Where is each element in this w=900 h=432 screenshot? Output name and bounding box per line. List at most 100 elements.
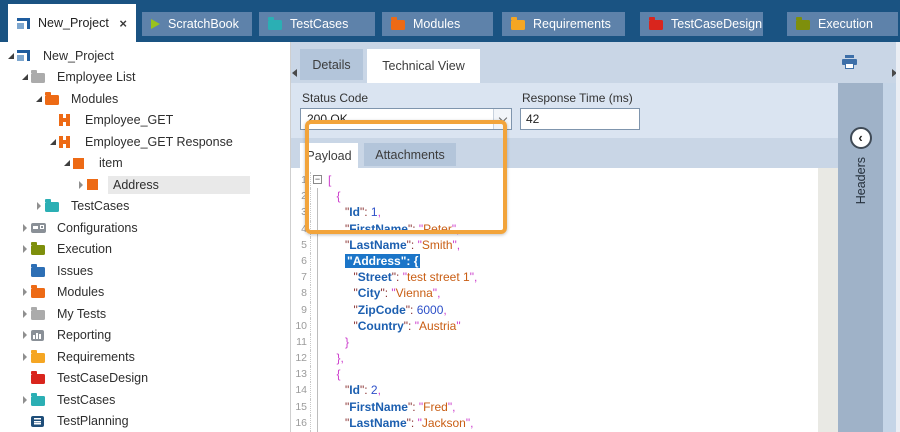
- window-tab-testcases[interactable]: TestCases: [259, 12, 375, 36]
- planning-icon: [31, 416, 44, 427]
- tree-item-my-tests[interactable]: My Tests: [0, 303, 290, 325]
- tree-collapsed-arrow-icon[interactable]: [74, 181, 87, 189]
- tree-item-testcasedesign[interactable]: TestCaseDesign: [0, 368, 290, 390]
- code-line-6[interactable]: 6"Address": {: [291, 253, 818, 269]
- tree-item-label: Modules: [66, 90, 123, 108]
- fold-guide-line: [317, 269, 318, 285]
- code-line-10[interactable]: 10"Country": "Austria": [291, 318, 818, 334]
- code-line-2[interactable]: 2{: [291, 188, 818, 204]
- code-line-15[interactable]: 15"FirstName": "Fred",: [291, 399, 818, 415]
- window-tab-modules[interactable]: Modules: [382, 12, 493, 36]
- tree-item-label: Employee List: [52, 68, 141, 86]
- code-line-3[interactable]: 3"Id": 1,: [291, 204, 818, 220]
- tree-expanded-arrow-icon[interactable]: [32, 96, 45, 102]
- fold-column: [311, 350, 324, 366]
- tree-item-label: TestCases: [66, 197, 134, 215]
- tree-item-execution[interactable]: Execution: [0, 239, 290, 261]
- tree-collapsed-arrow-icon[interactable]: [18, 353, 31, 361]
- tree-item-employee-get-response[interactable]: Employee_GET Response: [0, 131, 290, 153]
- tree-icon-wrap: [31, 243, 47, 255]
- folder-teal-icon: [268, 20, 282, 30]
- tree-item-requirements[interactable]: Requirements: [0, 346, 290, 368]
- code-line-8[interactable]: 8"City": "Vienna",: [291, 285, 818, 301]
- folder-olive-icon: [31, 245, 45, 255]
- code-vertical-scrollbar[interactable]: [818, 168, 838, 432]
- status-code-dropdown[interactable]: 200 OK: [300, 108, 512, 130]
- tree-item-label: Issues: [52, 262, 98, 280]
- folder-red-icon: [31, 374, 45, 384]
- tree-collapsed-arrow-icon[interactable]: [18, 310, 31, 318]
- close-icon[interactable]: ×: [111, 16, 127, 31]
- tabstrip-scroll-left-icon[interactable]: [292, 69, 297, 77]
- window-tab-testcasedesign[interactable]: TestCaseDesign: [640, 12, 763, 36]
- window-tab-new-project[interactable]: New_Project×: [8, 4, 136, 42]
- tree-collapsed-arrow-icon[interactable]: [18, 224, 31, 232]
- headers-collapsed-panel[interactable]: ‹ Headers: [838, 83, 883, 432]
- tree-item-testcases[interactable]: TestCases: [0, 389, 290, 411]
- code-line-4[interactable]: 4"FirstName": "Peter",: [291, 221, 818, 237]
- payload-code-viewer[interactable]: 1−[2{3"Id": 1,4"FirstName": "Peter",5"La…: [291, 168, 818, 432]
- tree-collapsed-arrow-icon[interactable]: [18, 288, 31, 296]
- tree-item-configurations[interactable]: Configurations: [0, 217, 290, 239]
- folder-teal-icon: [31, 396, 45, 406]
- response-time-input[interactable]: [520, 108, 640, 130]
- window-tab-execution[interactable]: Execution: [787, 12, 898, 36]
- tree-icon-wrap: [31, 394, 47, 406]
- module-icon: [59, 114, 71, 126]
- code-line-1[interactable]: 1−[: [291, 172, 818, 188]
- window-tab-bar: New_Project×ScratchBook TestCases Modules R…: [0, 0, 900, 42]
- fold-guide-line: [317, 334, 318, 350]
- tree-item-address[interactable]: Address: [0, 174, 290, 196]
- tree-expanded-arrow-icon[interactable]: [18, 74, 31, 80]
- print-icon[interactable]: [842, 55, 857, 74]
- window-tab-scratchbook[interactable]: ScratchBook: [142, 12, 252, 36]
- code-line-9[interactable]: 9"ZipCode": 6000,: [291, 302, 818, 318]
- window-tab-requirements[interactable]: Requirements: [502, 12, 625, 36]
- code-line-7[interactable]: 7"Street": "test street 1",: [291, 269, 818, 285]
- tree-item-label: TestCaseDesign: [52, 369, 153, 387]
- tree-item-modules[interactable]: Modules: [0, 88, 290, 110]
- fold-guide-line: [317, 382, 318, 398]
- tree-collapsed-arrow-icon[interactable]: [18, 396, 31, 404]
- response-form: Status Code 200 OK Response Time (ms): [291, 83, 838, 138]
- tree-expanded-arrow-icon[interactable]: [4, 53, 17, 59]
- tree-item-testplanning[interactable]: TestPlanning: [0, 411, 290, 432]
- tree-item-new-project[interactable]: New_Project: [0, 45, 290, 67]
- tree-item-label: Reporting: [52, 326, 116, 344]
- code-line-12[interactable]: 12},: [291, 350, 818, 366]
- tree-item-employee-list[interactable]: Employee List: [0, 67, 290, 89]
- code-line-11[interactable]: 11}: [291, 334, 818, 350]
- tab-attachments[interactable]: Attachments: [364, 143, 456, 166]
- tree-item-modules[interactable]: Modules: [0, 282, 290, 304]
- tree-item-testcases[interactable]: TestCases: [0, 196, 290, 218]
- tree-item-reporting[interactable]: Reporting: [0, 325, 290, 347]
- tree-collapsed-arrow-icon[interactable]: [18, 331, 31, 339]
- code-line-13[interactable]: 13{: [291, 366, 818, 382]
- tab-details[interactable]: Details: [300, 49, 363, 80]
- tree-item-item[interactable]: item: [0, 153, 290, 175]
- fold-guide-line: [317, 415, 318, 431]
- tree-icon-wrap: [31, 372, 47, 384]
- tree-icon-wrap: [31, 286, 47, 298]
- tree-expanded-arrow-icon[interactable]: [46, 139, 59, 145]
- tree-item-employee-get[interactable]: Employee_GET: [0, 110, 290, 132]
- tab-technical-view[interactable]: Technical View: [367, 49, 480, 83]
- dropdown-arrow-button[interactable]: [493, 109, 511, 129]
- tree-collapsed-arrow-icon[interactable]: [18, 245, 31, 253]
- code-line-16[interactable]: 16"LastName": "Jackson",: [291, 415, 818, 431]
- tree-icon-wrap: [45, 200, 61, 212]
- fold-column: [311, 221, 324, 237]
- code-line-14[interactable]: 14"Id": 2,: [291, 382, 818, 398]
- line-number: 16: [291, 415, 311, 431]
- fold-collapse-icon[interactable]: −: [313, 175, 322, 184]
- fold-column: [311, 399, 324, 415]
- tab-payload[interactable]: Payload: [300, 143, 358, 168]
- fold-column: [311, 382, 324, 398]
- tree-expanded-arrow-icon[interactable]: [60, 160, 73, 166]
- code-line-5[interactable]: 5"LastName": "Smith",: [291, 237, 818, 253]
- expand-headers-button[interactable]: ‹: [850, 127, 872, 149]
- tree-collapsed-arrow-icon[interactable]: [32, 202, 45, 210]
- code-text: "City": "Vienna",: [324, 285, 440, 301]
- code-text: "FirstName": "Fred",: [324, 399, 455, 415]
- tree-item-issues[interactable]: Issues: [0, 260, 290, 282]
